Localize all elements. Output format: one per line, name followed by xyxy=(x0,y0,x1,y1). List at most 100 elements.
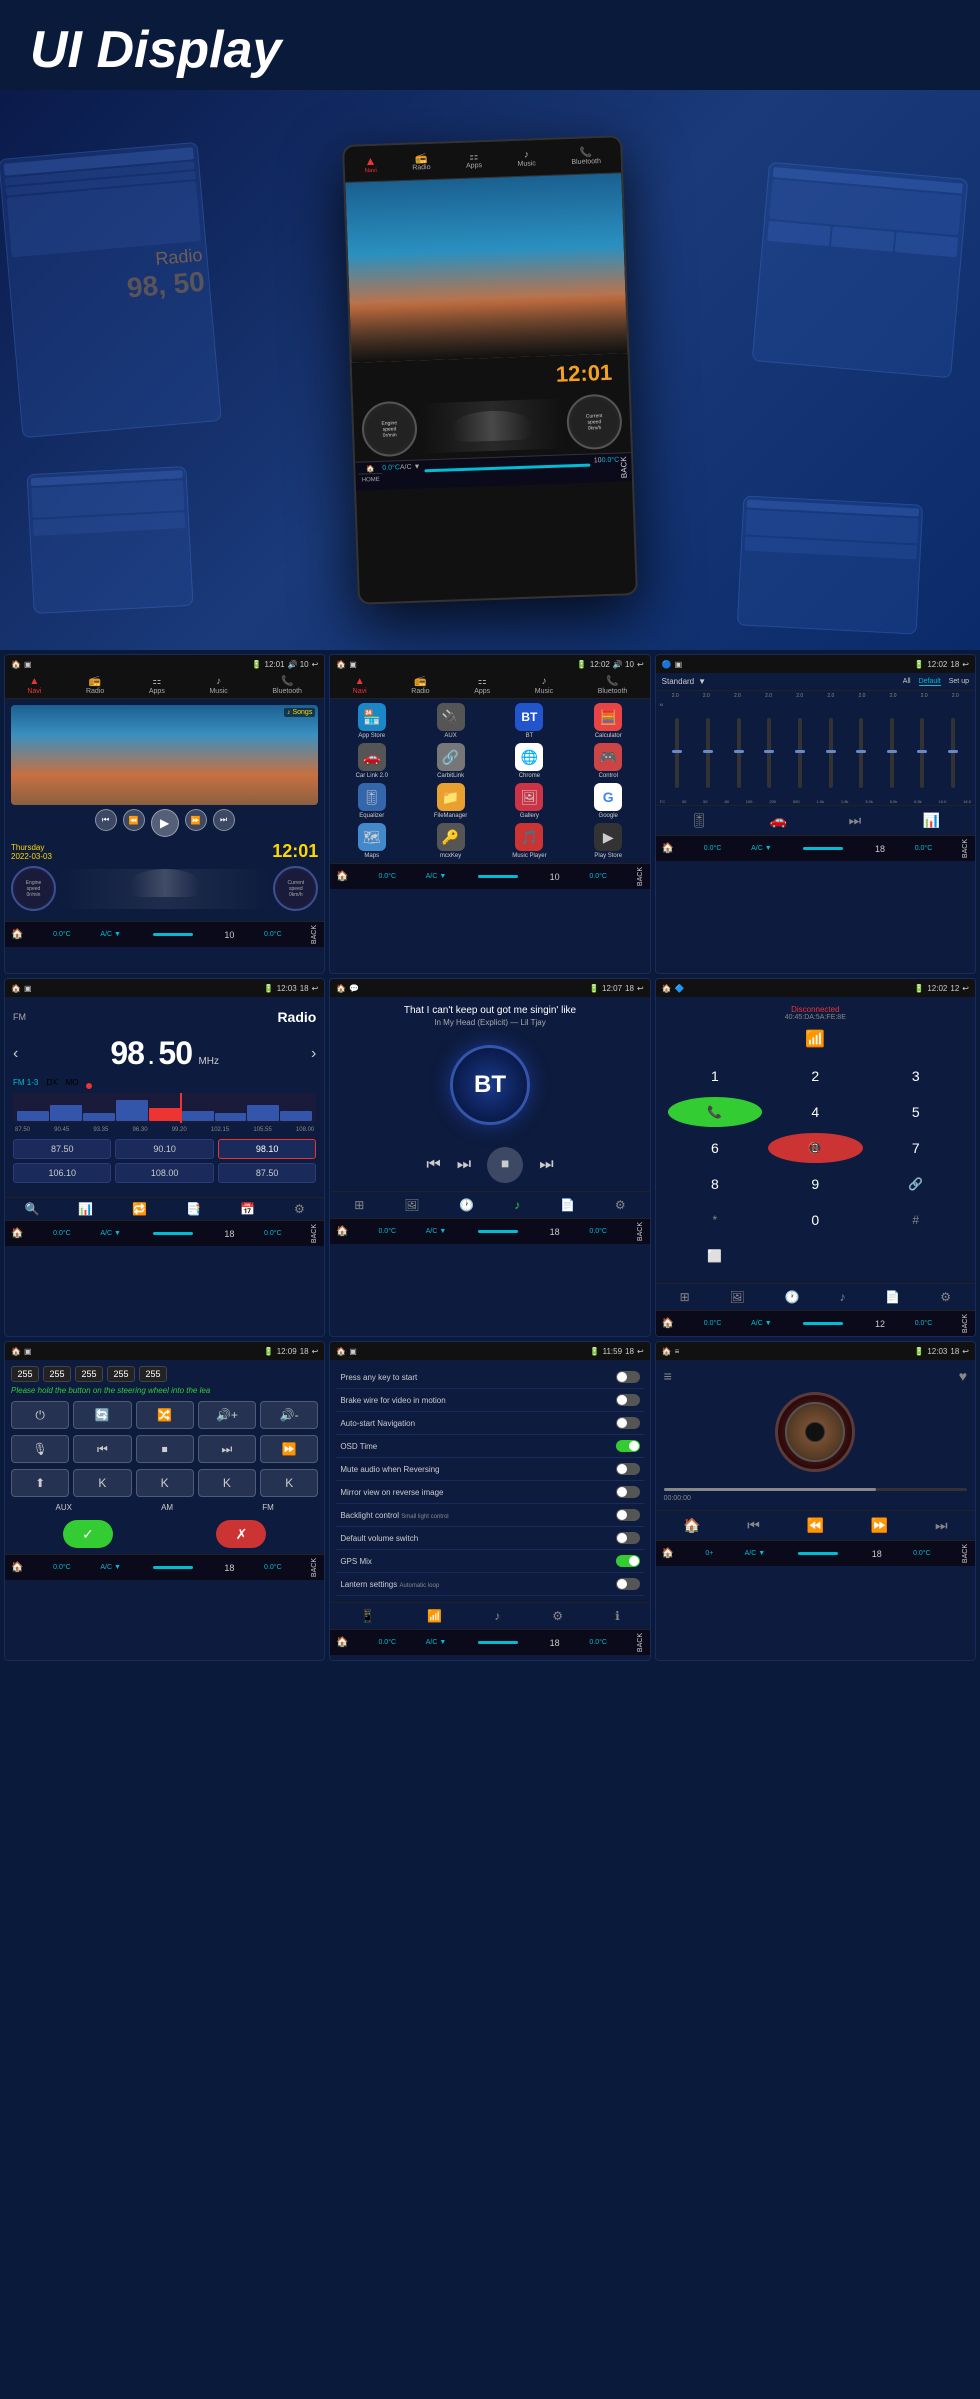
settings-toggle-10[interactable] xyxy=(616,1578,640,1590)
nav-music[interactable]: ♪ Music xyxy=(209,676,227,695)
bt-home-btn[interactable]: 🏠 xyxy=(336,1226,348,1237)
dial-6[interactable]: 6 xyxy=(668,1133,762,1163)
np-home-btn[interactable]: 🏠 xyxy=(662,1548,674,1559)
bt-icon-note[interactable]: ♪ xyxy=(514,1198,520,1212)
settings-toggle-9[interactable] xyxy=(616,1555,640,1567)
app-calculator[interactable]: 🧮 Calculator xyxy=(571,703,646,739)
radio-next-btn[interactable]: › xyxy=(311,1045,316,1063)
app-aux[interactable]: 🔌 AUX xyxy=(413,703,488,739)
eq-slider-8[interactable] xyxy=(890,718,894,788)
app-maps[interactable]: 🗺 Maps xyxy=(334,823,409,859)
eq-slider-3[interactable] xyxy=(737,718,741,788)
radio-icon-bookmark[interactable]: 📑 xyxy=(186,1202,201,1216)
eq-icon-equalizer[interactable]: 🎚 xyxy=(690,812,708,829)
app-filemanager[interactable]: 📁 FileManager xyxy=(413,783,488,819)
sw-shuffle-btn[interactable]: 🔀 xyxy=(136,1401,194,1429)
radio-preset-3[interactable]: 98.10 xyxy=(218,1139,316,1159)
eq-icon-skip[interactable]: ⏭ xyxy=(849,812,862,829)
radio-icon-repeat[interactable]: 🔁 xyxy=(132,1202,147,1216)
radio-preset-6[interactable]: 87.50 xyxy=(218,1163,316,1183)
sw-prev-btn[interactable]: ⏮ xyxy=(73,1435,131,1463)
radio-icon-eq[interactable]: 📊 xyxy=(78,1202,93,1216)
hero-home-btn[interactable]: 🏠HOME xyxy=(358,465,383,488)
np-back[interactable]: BACK xyxy=(962,1544,969,1563)
phone-icon-grid[interactable]: ⊞ xyxy=(680,1290,690,1304)
apps-nav-navi[interactable]: ▲ Navi xyxy=(353,676,367,695)
settings-icon-phone[interactable]: 📱 xyxy=(360,1609,375,1623)
np-icon-rewind[interactable]: ⏪ xyxy=(807,1517,824,1534)
sw-ff-btn[interactable]: ⏩ xyxy=(260,1435,318,1463)
dial-7[interactable]: 7 xyxy=(869,1133,963,1163)
dial-link[interactable]: 🔗 xyxy=(869,1169,963,1199)
app-chrome[interactable]: 🌐 Chrome xyxy=(492,743,567,779)
settings-toggle-4[interactable] xyxy=(616,1440,640,1452)
radio-icon-calendar[interactable]: 📅 xyxy=(240,1202,255,1216)
dial-8[interactable]: 8 xyxy=(668,1169,762,1199)
dial-hangup[interactable]: 📵 xyxy=(768,1133,862,1163)
settings-home-btn[interactable]: 🏠 xyxy=(336,1637,348,1648)
nav-navi[interactable]: ▲ Navi xyxy=(27,676,41,695)
dial-5[interactable]: 5 xyxy=(869,1097,963,1127)
dial-star[interactable]: * xyxy=(668,1205,762,1235)
radio-preset-2[interactable]: 90.10 xyxy=(115,1139,213,1159)
sw-back[interactable]: BACK xyxy=(311,1558,318,1577)
app-equalizer[interactable]: 🎚 Equalizer xyxy=(334,783,409,819)
bt-icon-grid[interactable]: ⊞ xyxy=(354,1198,364,1212)
settings-toggle-1[interactable] xyxy=(616,1371,640,1383)
eq-back[interactable]: BACK xyxy=(962,839,969,858)
dial-call[interactable]: 📞 xyxy=(668,1097,762,1127)
eq-tab-setup[interactable]: Set up xyxy=(949,678,969,686)
forward-btn[interactable]: ⏩ xyxy=(185,809,207,831)
phone-icon-clock[interactable]: 🕐 xyxy=(785,1290,800,1304)
dial-1[interactable]: 1 xyxy=(668,1061,762,1091)
phone-home-btn[interactable]: 🏠 xyxy=(662,1318,674,1329)
np-menu-icon[interactable]: ≡ xyxy=(664,1368,672,1384)
bt-prev-btn[interactable]: ⏮ xyxy=(426,1156,440,1174)
phone-icon-file[interactable]: 📄 xyxy=(885,1290,900,1304)
dial-0[interactable]: 0 xyxy=(768,1205,862,1235)
radio-home-btn[interactable]: 🏠 xyxy=(11,1228,23,1239)
phone-icon-settings[interactable]: ⚙ xyxy=(940,1290,951,1304)
settings-icon-gear[interactable]: ⚙ xyxy=(552,1609,563,1623)
eq-slider-1[interactable] xyxy=(675,718,679,788)
apps-nav-apps[interactable]: ⚏ Apps xyxy=(474,676,490,695)
app-musicplayer[interactable]: 🎵 Music Player xyxy=(492,823,567,859)
eq-slider-7[interactable] xyxy=(859,718,863,788)
radio-preset-5[interactable]: 108.00 xyxy=(115,1163,213,1183)
sw-stop-btn[interactable]: ⏹ xyxy=(136,1435,194,1463)
app-carlink[interactable]: 🚗 Car Link 2.0 xyxy=(334,743,409,779)
eq-icon-chart[interactable]: 📊 xyxy=(923,812,940,829)
settings-icon-info[interactable]: ℹ xyxy=(615,1609,620,1623)
settings-toggle-3[interactable] xyxy=(616,1417,640,1429)
sw-up-btn[interactable]: ⬆ xyxy=(11,1469,69,1497)
next-btn[interactable]: ⏭ xyxy=(213,809,235,831)
eq-icon-car[interactable]: 🚗 xyxy=(770,812,787,829)
settings-toggle-5[interactable] xyxy=(616,1463,640,1475)
play-btn[interactable]: ▶ xyxy=(151,809,179,837)
sw-sync-btn[interactable]: 🔄 xyxy=(73,1401,131,1429)
radio-preset-1[interactable]: 87.50 xyxy=(13,1139,111,1159)
sw-mic-btn[interactable]: 🎙 xyxy=(11,1435,69,1463)
eq-slider-4[interactable] xyxy=(767,718,771,788)
nav-bt[interactable]: 📞 Bluetooth xyxy=(272,676,302,695)
radio-prev-btn[interactable]: ‹ xyxy=(13,1045,18,1063)
dial-2[interactable]: 2 xyxy=(768,1061,862,1091)
sw-vol-dn-btn[interactable]: 🔊- xyxy=(260,1401,318,1429)
nav-radio[interactable]: 📻 Radio xyxy=(86,676,104,695)
app-playstore[interactable]: ▶ Play Store xyxy=(571,823,646,859)
app-appstore[interactable]: 🏪 App Store xyxy=(334,703,409,739)
radio-preset-4[interactable]: 106.10 xyxy=(13,1163,111,1183)
eq-tab-default[interactable]: Default xyxy=(919,678,941,686)
eq-slider-10[interactable] xyxy=(951,718,955,788)
settings-toggle-8[interactable] xyxy=(616,1532,640,1544)
radio-icon-settings[interactable]: ⚙ xyxy=(294,1202,305,1216)
sw-cancel-btn[interactable]: ✗ xyxy=(216,1520,266,1548)
dial-hash[interactable]: # xyxy=(869,1205,963,1235)
eq-tab-all[interactable]: All xyxy=(903,678,911,686)
eq-slider-6[interactable] xyxy=(829,718,833,788)
settings-icon-wifi[interactable]: 📶 xyxy=(427,1609,442,1623)
hero-back[interactable]: BACK xyxy=(619,456,629,478)
dial-3[interactable]: 3 xyxy=(869,1061,963,1091)
settings-toggle-2[interactable] xyxy=(616,1394,640,1406)
sw-power-btn[interactable]: ⏻ xyxy=(11,1401,69,1429)
